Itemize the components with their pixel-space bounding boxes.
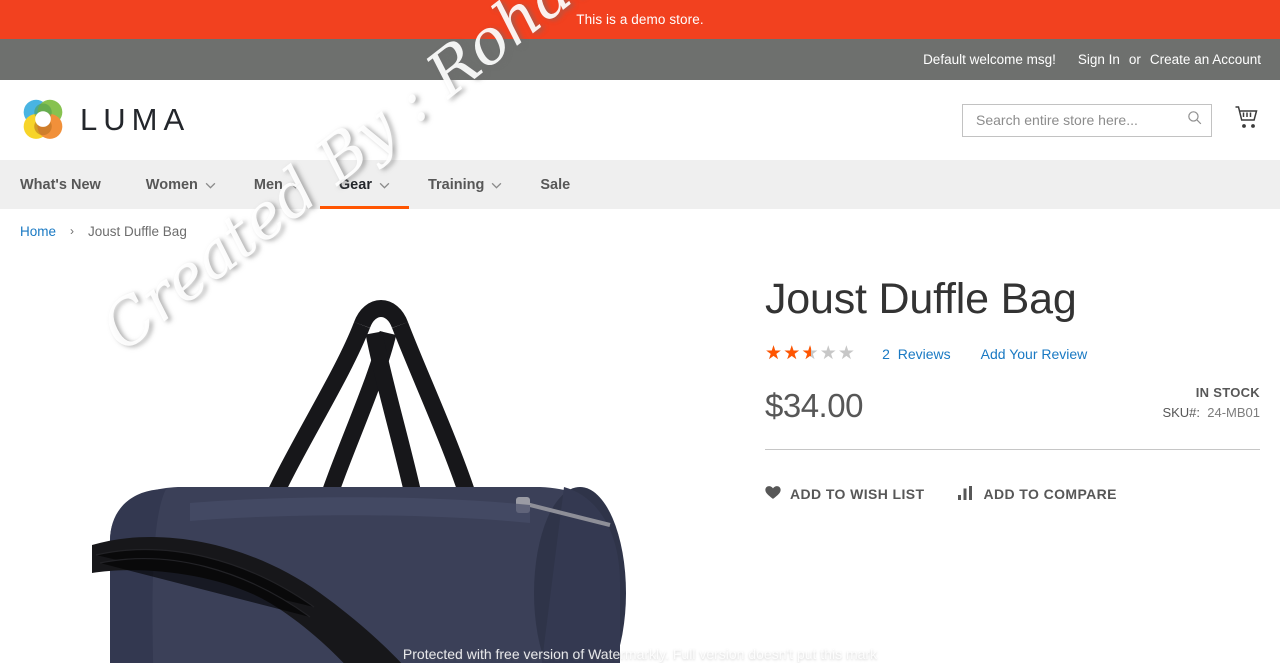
nav-item-gear[interactable]: Gear (319, 160, 410, 209)
create-account-link[interactable]: Create an Account (1150, 52, 1261, 67)
sku-label: SKU#: (1162, 405, 1201, 421)
nav-label: What's New (20, 176, 101, 193)
add-your-review-link[interactable]: Add Your Review (981, 346, 1088, 362)
nav-label: Gear (338, 176, 372, 193)
page-root: This is a demo store. Default welcome ms… (0, 0, 1280, 663)
product-area: Joust Duffle Bag ★★★★★ ★★★★★ 2 Reviews A… (20, 253, 1260, 663)
reviews-link[interactable]: 2 Reviews (882, 346, 950, 362)
heart-icon (765, 485, 781, 503)
product-info: Joust Duffle Bag ★★★★★ ★★★★★ 2 Reviews A… (765, 253, 1260, 653)
site-header: LUMA (0, 80, 1280, 160)
rating-links: 2 Reviews Add Your Review (882, 346, 1087, 362)
nav-item-training[interactable]: Training (409, 160, 521, 209)
reviews-label: Reviews (897, 345, 951, 362)
reviews-count: 2 (882, 345, 890, 362)
search-box[interactable] (962, 103, 1212, 137)
logo-link[interactable]: LUMA (20, 97, 190, 143)
price-stock-row: $34.00 IN STOCK SKU#: 24-MB01 (765, 385, 1260, 422)
star-rating-filled: ★★★★★ (765, 344, 811, 364)
product-image[interactable] (70, 273, 690, 663)
page-title: Joust Duffle Bag (765, 275, 1077, 323)
nav-item-sale[interactable]: Sale (521, 160, 589, 209)
product-extra-actions: ADD TO WISH LIST ADD TO COMPARE (765, 485, 1260, 503)
demo-notice-text: This is a demo store. (576, 12, 704, 27)
rating-summary: ★★★★★ ★★★★★ 2 Reviews Add Your Review (765, 344, 1260, 363)
welcome-message: Default welcome msg! (923, 52, 1056, 67)
panel-separator: or (1128, 52, 1141, 67)
nav-item-whats-new[interactable]: What's New (20, 160, 127, 209)
add-to-compare-label: ADD TO COMPARE (983, 486, 1117, 503)
chevron-down-icon (379, 177, 390, 193)
nav-label: Sale (540, 176, 571, 193)
header-actions (962, 103, 1260, 137)
breadcrumb: Home › Joust Duffle Bag (20, 209, 1260, 253)
main-navigation: What's New Women Men Gear Training Sale (0, 160, 1280, 209)
info-divider (765, 449, 1260, 451)
product-price: $34.00 (765, 387, 863, 425)
shopping-cart-icon[interactable] (1234, 105, 1260, 136)
compare-bars-icon (958, 485, 974, 503)
sign-in-link[interactable]: Sign In (1078, 52, 1120, 67)
nav-item-men[interactable]: Men (235, 160, 320, 209)
breadcrumb-separator-icon: › (70, 224, 75, 238)
chevron-down-icon (491, 177, 502, 193)
nav-label: Women (145, 176, 198, 193)
add-to-wish-list-label: ADD TO WISH LIST (790, 486, 925, 503)
chevron-down-icon (290, 177, 301, 193)
product-media (20, 253, 765, 663)
page-content: Home › Joust Duffle Bag Joust Duffle Bag… (0, 209, 1280, 663)
star-rating[interactable]: ★★★★★ ★★★★★ (765, 344, 856, 363)
search-input[interactable] (974, 111, 1182, 129)
account-panel-bar: Default welcome msg! Sign In or Create a… (0, 39, 1280, 80)
add-to-compare-button[interactable]: ADD TO COMPARE (958, 485, 1117, 503)
nav-item-women[interactable]: Women (127, 160, 235, 209)
sku-value: 24-MB01 (1207, 405, 1260, 421)
logo-text: LUMA (80, 102, 191, 137)
breadcrumb-home-link[interactable]: Home (20, 224, 56, 239)
status-badge: IN STOCK (1195, 385, 1260, 401)
chevron-down-icon (205, 177, 216, 193)
product-sku: SKU#: 24-MB01 (1162, 405, 1260, 420)
nav-label: Training (427, 176, 485, 193)
luma-logo-icon (20, 97, 66, 143)
breadcrumb-current: Joust Duffle Bag (88, 223, 187, 239)
stock-info: IN STOCK SKU#: 24-MB01 (1162, 385, 1260, 422)
nav-label: Men (253, 176, 283, 193)
demo-store-notice: This is a demo store. (0, 0, 1280, 39)
add-to-wish-list-button[interactable]: ADD TO WISH LIST (765, 485, 924, 503)
search-icon[interactable] (1186, 109, 1203, 131)
